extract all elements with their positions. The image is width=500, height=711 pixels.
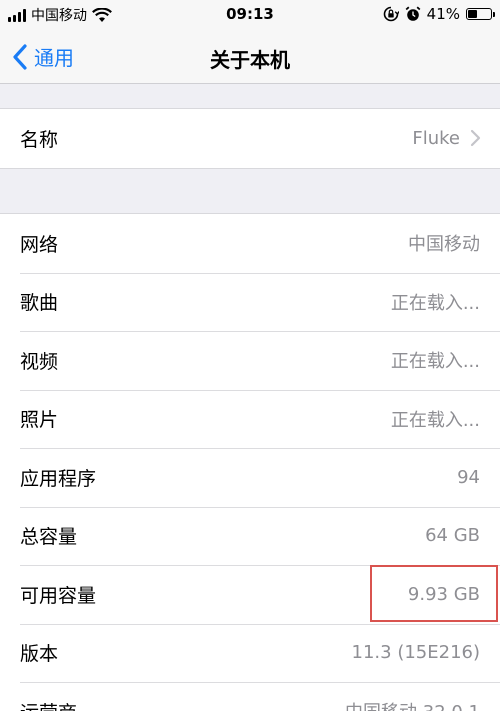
chevron-right-icon [470,130,481,147]
status-bar: 中国移动 09:13 41% [0,0,500,30]
row-value: 11.3 (15E216) [351,642,480,664]
row-label: 运营商 [20,698,77,711]
name-label: 名称 [20,128,59,151]
about-device-screen: 中国移动 09:13 41% 通用 关于本机 名称 Fluke 网络 中国移动 … [0,0,500,711]
row-label: 视频 [20,350,59,373]
row-label: 应用程序 [20,467,97,490]
row-value: 9.93 GB [407,583,480,605]
row-label: 网络 [20,233,59,256]
capacity-row: 总容量 64 GB [0,506,500,566]
photos-row: 照片 正在载入... [0,389,500,449]
row-value: 64 GB [425,525,480,547]
alarm-clock-icon [405,6,421,21]
row-value: 中国移动 32.0.1 [345,698,480,711]
orientation-lock-icon [383,6,399,22]
battery-icon [466,8,495,20]
info-group: 网络 中国移动 歌曲 正在载入... 视频 正在载入... 照片 正在载入...… [0,213,500,711]
row-value: 正在载入... [390,292,480,314]
row-value: 正在载入... [390,409,480,431]
row-label: 总容量 [20,526,78,549]
row-value: 94 [457,466,480,488]
status-right: 41% [383,5,495,23]
row-value: 正在载入... [390,351,480,373]
row-label: 可用容量 [20,584,97,607]
row-label: 照片 [20,409,59,432]
battery-level-fill [468,10,477,18]
applications-row: 应用程序 94 [0,448,500,507]
row-label: 歌曲 [20,292,59,315]
name-row[interactable]: 名称 Fluke [0,109,500,168]
version-row: 版本 11.3 (15E216) [0,623,500,683]
name-group: 名称 Fluke [0,108,500,169]
navigation-bar: 通用 关于本机 [0,30,500,84]
songs-row: 歌曲 正在载入... [0,272,500,332]
page-title: 关于本机 [210,48,290,72]
carrier-row: 运营商 中国移动 32.0.1 [0,682,500,711]
available-capacity-row: 可用容量 9.93 GB [0,565,500,624]
row-value: 中国移动 [408,234,480,256]
videos-row: 视频 正在载入... [0,331,500,390]
row-label: 版本 [20,643,59,666]
network-row: 网络 中国移动 [0,214,500,273]
name-value: Fluke [412,127,460,149]
battery-percent: 41% [426,5,460,23]
